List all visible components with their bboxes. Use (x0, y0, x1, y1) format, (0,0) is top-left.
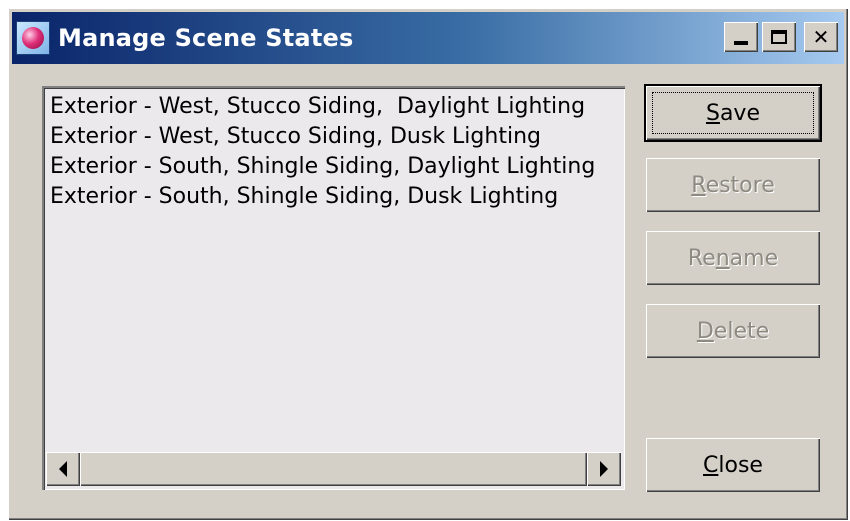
horizontal-scrollbar[interactable] (46, 452, 621, 486)
rename-label: Rename (687, 245, 779, 271)
scroll-track[interactable] (80, 452, 587, 486)
list-items: Exterior - West, Stucco Siding, Daylight… (50, 92, 619, 212)
close-label: Close (703, 452, 763, 478)
scroll-thumb[interactable] (80, 452, 587, 486)
save-button[interactable]: Save (646, 86, 820, 140)
close-icon: ✕ (812, 25, 830, 49)
list-item[interactable]: Exterior - West, Stucco Siding, Dusk Lig… (50, 122, 619, 152)
window-title: Manage Scene States (58, 24, 354, 52)
scroll-left-button[interactable] (46, 452, 80, 486)
maximize-button[interactable] (762, 22, 796, 52)
manage-scene-states-dialog: Manage Scene States ✕ Exterior - West, S… (8, 8, 848, 520)
delete-button[interactable]: Delete (646, 304, 820, 358)
restore-label: Restore (691, 172, 775, 198)
app-icon[interactable] (16, 21, 50, 55)
minimize-button[interactable] (724, 22, 758, 52)
close-button[interactable]: Close (646, 438, 820, 492)
save-label: Save (705, 100, 760, 126)
scene-ball-icon (22, 27, 44, 49)
minimize-icon (734, 41, 748, 45)
arrow-right-icon (600, 461, 608, 477)
list-item[interactable]: Exterior - South, Shingle Siding, Dusk L… (50, 182, 619, 212)
delete-label: Delete (696, 318, 770, 344)
title-buttons: ✕ (724, 22, 838, 52)
rename-button[interactable]: Rename (646, 231, 820, 285)
maximize-icon (771, 30, 787, 44)
arrow-left-icon (59, 461, 67, 477)
scene-states-list[interactable]: Exterior - West, Stucco Siding, Daylight… (42, 86, 625, 490)
scroll-right-button[interactable] (587, 452, 621, 486)
list-item[interactable]: Exterior - West, Stucco Siding, Daylight… (50, 92, 619, 122)
close-window-button[interactable]: ✕ (804, 22, 838, 52)
title-bar[interactable]: Manage Scene States ✕ (12, 12, 844, 64)
list-item[interactable]: Exterior - South, Shingle Siding, Daylig… (50, 152, 619, 182)
restore-button[interactable]: Restore (646, 158, 820, 212)
